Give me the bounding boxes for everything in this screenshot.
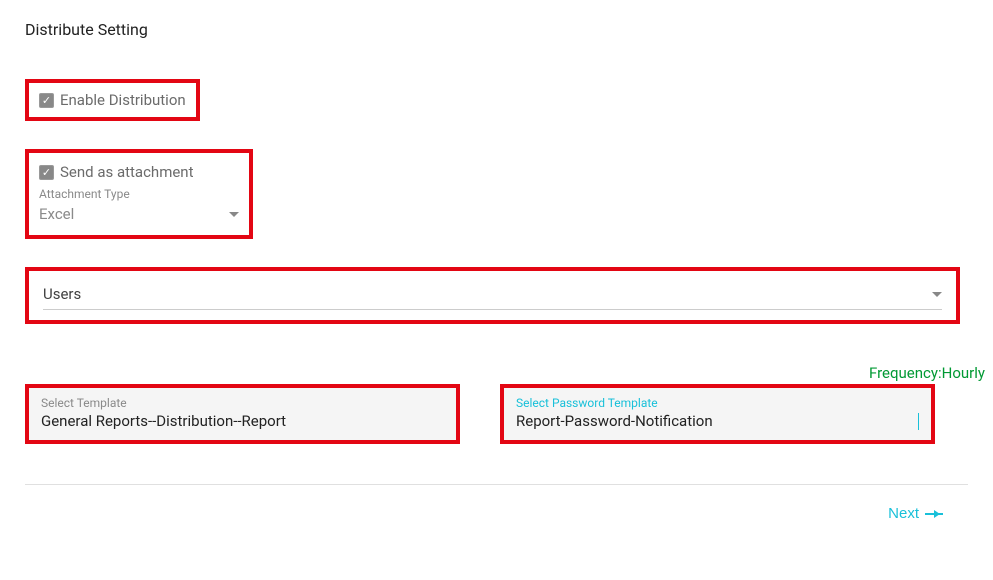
enable-distribution-checkbox[interactable]: ✓ xyxy=(39,93,54,108)
send-attachment-checkbox[interactable]: ✓ xyxy=(39,165,54,180)
users-box: Users xyxy=(25,267,960,324)
enable-distribution-label: Enable Distribution xyxy=(60,91,186,109)
select-password-template-label: Select Password Template xyxy=(516,396,919,410)
select-template-label: Select Template xyxy=(41,396,444,410)
select-template-input[interactable]: General Reports--Distribution--Report xyxy=(41,412,444,430)
send-attachment-box: ✓ Send as attachment Attachment Type Exc… xyxy=(25,149,253,239)
select-template-box: Select Template General Reports--Distrib… xyxy=(25,384,460,444)
page-title: Distribute Setting xyxy=(25,20,968,39)
frequency-value: Hourly xyxy=(942,364,985,382)
arrow-right-icon xyxy=(925,513,943,515)
chevron-down-icon xyxy=(932,292,942,297)
select-password-template-box: Select Password Template Report-Password… xyxy=(500,384,935,444)
enable-distribution-box: ✓ Enable Distribution xyxy=(25,79,200,121)
users-select[interactable]: Users xyxy=(43,285,942,310)
select-password-template-input[interactable]: Report-Password-Notification xyxy=(516,412,917,430)
next-button[interactable]: Next xyxy=(888,505,943,522)
send-attachment-label: Send as attachment xyxy=(60,163,194,181)
attachment-type-label: Attachment Type xyxy=(39,187,239,201)
frequency-display: Frequency:Hourly xyxy=(25,364,985,382)
frequency-label: Frequency: xyxy=(869,364,942,382)
users-value: Users xyxy=(43,285,81,303)
text-cursor-icon xyxy=(918,413,919,430)
next-label: Next xyxy=(888,505,919,522)
attachment-type-select[interactable]: Excel xyxy=(39,203,239,225)
chevron-down-icon xyxy=(229,212,239,217)
attachment-type-value: Excel xyxy=(39,205,74,223)
